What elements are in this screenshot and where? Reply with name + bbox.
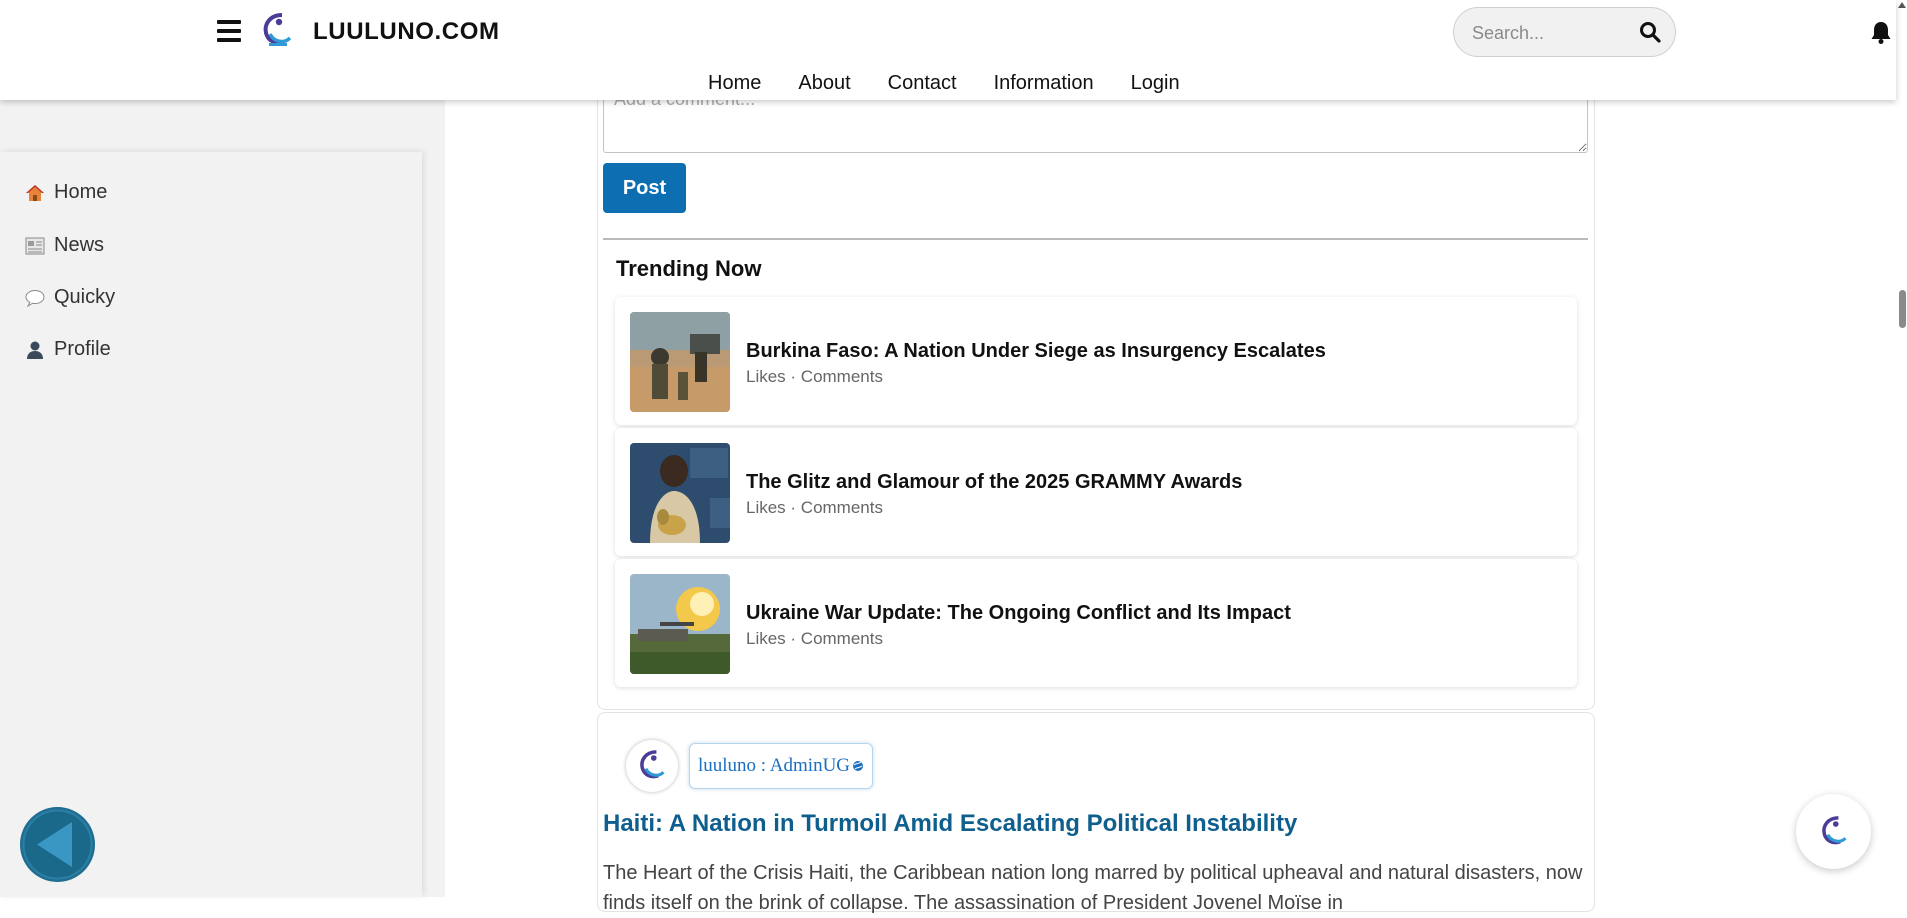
trending-thumbnail [630,574,730,674]
brand-name[interactable]: LUULUNO.COM [313,18,500,46]
trending-item-title: The Glitz and Glamour of the 2025 GRAMMY… [746,471,1243,493]
sidebar [0,152,422,897]
collapse-sidebar-button[interactable] [20,807,95,882]
author-avatar[interactable] [626,740,678,792]
top-navigation: Home About Contact Information Login [708,72,1217,95]
search-input[interactable] [1472,21,1632,45]
scroll-up-arrow-icon[interactable] [1898,2,1906,8]
trending-item-meta: Likes · Comments [746,498,883,517]
triangle-left-icon [22,809,93,880]
sidebar-item-news[interactable]: News [24,234,104,257]
scrollbar-thumb[interactable] [1899,290,1906,328]
globe-icon [853,761,864,771]
house-icon [24,182,46,204]
top-header: LUULUNO.COM Home About Contact Informati… [0,0,1896,100]
trending-item-meta: Likes · Comments [746,629,883,648]
trending-item-title: Burkina Faso: A Nation Under Siege as In… [746,340,1326,362]
nav-home[interactable]: Home [708,72,761,95]
trending-item-meta: Likes · Comments [746,367,883,386]
site-logo-icon [1821,815,1847,844]
sidebar-item-quicky[interactable]: Quicky [24,286,115,309]
article-excerpt: The Heart of the Crisis Haiti, the Carib… [603,862,1583,914]
sidebar-item-label: Home [54,181,108,203]
trending-item[interactable]: Burkina Faso: A Nation Under Siege as In… [615,297,1577,425]
sidebar-item-home[interactable]: Home [24,181,107,204]
sidebar-item-profile[interactable]: Profile [24,338,111,361]
user-icon [24,339,46,361]
nav-login[interactable]: Login [1131,72,1180,95]
site-logo-icon[interactable] [260,12,294,50]
sidebar-item-label: News [54,234,105,256]
trending-heading: Trending Now [616,256,762,281]
post-comment-button[interactable]: Post [603,163,686,213]
trending-item[interactable]: The Glitz and Glamour of the 2025 GRAMMY… [615,428,1577,556]
section-divider [603,238,1588,240]
hamburger-menu-icon[interactable] [217,20,241,42]
article-title[interactable]: Haiti: A Nation in Turmoil Amid Escalati… [603,810,1297,838]
author-name-link[interactable]: luuluno : AdminUG [689,743,874,789]
nav-about[interactable]: About [798,72,850,95]
nav-information[interactable]: Information [994,72,1094,95]
trending-thumbnail [630,312,730,412]
site-logo-icon [640,750,665,779]
trending-thumbnail [630,443,730,543]
bell-icon[interactable] [1870,20,1892,44]
sidebar-item-label: Quicky [54,286,116,308]
speech-bubble-icon [24,287,46,309]
trending-item[interactable]: Ukraine War Update: The Ongoing Conflict… [615,559,1577,687]
trending-item-title: Ukraine War Update: The Ongoing Conflict… [746,602,1291,624]
sidebar-item-label: Profile [54,338,111,360]
nav-contact[interactable]: Contact [888,72,957,95]
author-name: luuluno : AdminUG [698,755,851,776]
newspaper-icon [24,235,46,257]
page-scrollbar[interactable] [1896,0,1907,897]
search-icon[interactable] [1639,21,1661,43]
chat-assistant-button[interactable] [1796,794,1871,869]
